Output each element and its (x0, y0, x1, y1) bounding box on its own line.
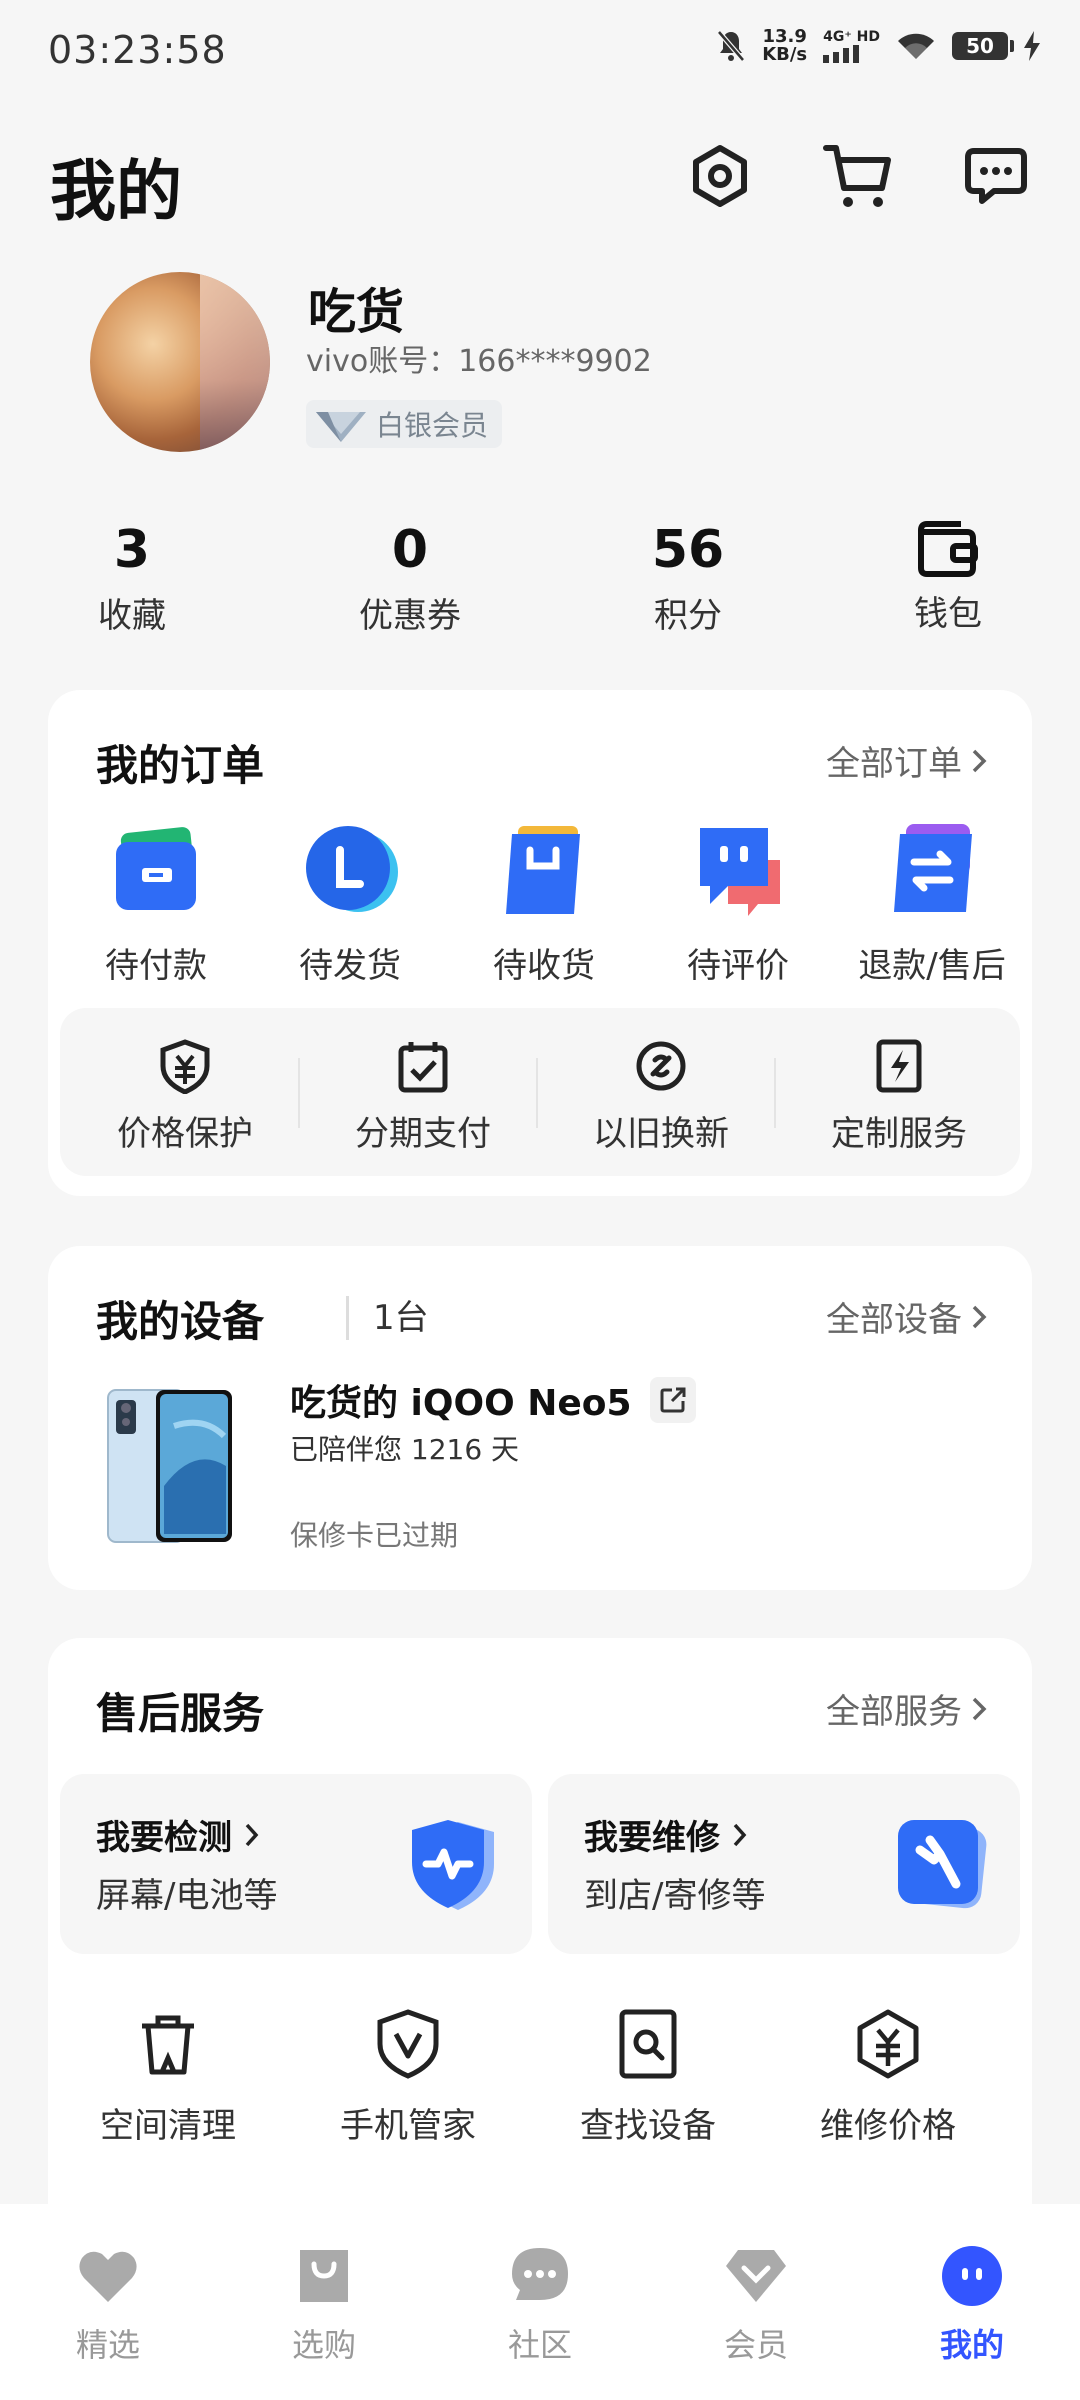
diagnose-title: 我要检测 (96, 1810, 260, 1859)
service-customization[interactable]: 定制服务 (794, 1038, 1004, 1155)
charging-icon (1024, 31, 1040, 61)
trade-in-icon (636, 1041, 686, 1091)
nav-shop[interactable]: 选购 (244, 2244, 404, 2366)
order-pending-receipt[interactable]: 待收货 (454, 820, 634, 987)
external-link-icon (660, 1387, 686, 1413)
signal-bars-icon (823, 45, 860, 63)
wallet-icon (918, 521, 978, 577)
cellular-signal: 4G⁺ HD (823, 29, 880, 63)
trash-icon (142, 2015, 194, 2075)
repair-title: 我要维修 (584, 1810, 748, 1859)
settings-button[interactable] (684, 140, 756, 212)
phone-image[interactable] (104, 1386, 234, 1546)
status-time: 03:23:58 (48, 28, 227, 72)
heart-icon (79, 2251, 137, 2302)
order-pending-review[interactable]: 待评价 (648, 820, 828, 987)
stat-coupons[interactable]: 0 优惠券 (300, 520, 520, 637)
order-pending-shipment[interactable]: 待发货 (260, 820, 440, 987)
chevron-right-icon (972, 749, 987, 772)
stat-wallet[interactable]: 钱包 (838, 520, 1058, 635)
orders-title: 我的订单 (96, 741, 265, 790)
member-level: 白银会员 (376, 409, 489, 442)
device-days: 已陪伴您 1216 天 (290, 1433, 520, 1466)
nav-member[interactable]: 会员 (676, 2244, 836, 2366)
price-hex-icon (857, 2009, 919, 2079)
settings-hex-icon (693, 145, 747, 207)
repair-box[interactable]: 我要维修 到店/寄修等 (548, 1774, 1020, 1954)
delivery-l-icon (306, 826, 398, 912)
diagnose-shield-icon (412, 1820, 494, 1910)
stats-row: 3 收藏 0 优惠券 56 积分 钱包 (0, 520, 1080, 640)
service-trade-in[interactable]: 以旧换新 (556, 1038, 766, 1155)
diamond-icon (726, 2250, 786, 2302)
lightning-doc-icon (876, 1039, 922, 1093)
devices-title: 我的设备 (96, 1297, 265, 1346)
diagnose-box[interactable]: 我要检测 屏幕/电池等 (60, 1774, 532, 1954)
chevron-right-icon (245, 1823, 259, 1846)
orders-card: 我的订单 全部订单 待付款 待发货 待收货 待评价 退款/售后 价格保护 分期支… (48, 690, 1032, 1196)
exchange-icon (894, 824, 972, 912)
messages-button[interactable] (960, 140, 1032, 212)
profile-face-icon (942, 2246, 1002, 2306)
all-services-link[interactable]: 全部服务 (826, 1684, 988, 1733)
user-name[interactable]: 吃货 (308, 272, 404, 342)
stat-points[interactable]: 56 积分 (578, 520, 798, 637)
warranty-status: 保修卡已过期 (290, 1519, 459, 1552)
after-sales-card: 售后服务 全部服务 我要检测 屏幕/电池等 我要维修 到店/寄修等 空间清理 手… (48, 1638, 1032, 2258)
all-orders-link[interactable]: 全部订单 (826, 736, 988, 785)
cart-button[interactable] (822, 140, 894, 212)
nav-community[interactable]: 社区 (460, 2244, 620, 2366)
wallet-card-icon (116, 827, 196, 910)
nav-featured[interactable]: 精选 (28, 2244, 188, 2366)
wrench-icon (898, 1820, 987, 1909)
cart-icon (823, 145, 891, 207)
shopping-bag-icon (300, 2250, 348, 2302)
divider (536, 1058, 538, 1128)
stat-favorites[interactable]: 3 收藏 (22, 520, 242, 637)
nav-mine[interactable]: 我的 (892, 2244, 1052, 2366)
find-device-icon (619, 2009, 677, 2079)
devices-card: 我的设备 1台 全部设备 吃货的 iQOO Neo5 已陪伴您 1216 天 保… (48, 1246, 1032, 1590)
tool-phone-manager[interactable]: 手机管家 (308, 2008, 508, 2147)
service-installment[interactable]: 分期支付 (318, 1038, 528, 1155)
all-devices-link[interactable]: 全部设备 (826, 1292, 988, 1341)
open-external-button[interactable] (649, 1377, 696, 1423)
order-pending-payment[interactable]: 待付款 (66, 820, 246, 987)
v-shield-icon (377, 2009, 439, 2079)
diamond-gem-icon (316, 412, 366, 442)
tool-space-cleanup[interactable]: 空间清理 (68, 2008, 268, 2147)
service-price-protection[interactable]: 价格保护 (80, 1038, 290, 1155)
tool-repair-price[interactable]: 维修价格 (788, 2008, 988, 2147)
bottom-nav: 精选 选购 社区 会员 我的 (0, 2204, 1080, 2400)
wifi-icon (898, 33, 934, 59)
device-count: 1台 (346, 1296, 429, 1340)
calendar-check-icon (398, 1042, 448, 1093)
network-speed: 13.9 KB/s (762, 26, 808, 65)
divider (298, 1058, 300, 1128)
chevron-right-icon (972, 1305, 987, 1328)
user-account: vivo账号：166****9902 (306, 344, 652, 379)
order-services: 价格保护 分期支付 以旧换新 定制服务 (60, 1008, 1020, 1176)
after-sales-title: 售后服务 (96, 1689, 265, 1738)
avatar[interactable] (90, 272, 270, 452)
status-bar: 03:23:58 13.9 KB/s 4G⁺ HD 50 (0, 0, 1080, 100)
chevron-right-icon (733, 1823, 747, 1846)
message-bubble-icon (965, 148, 1027, 204)
shopping-bag-icon (506, 826, 580, 914)
comment-icon (700, 828, 780, 916)
chevron-right-icon (972, 1697, 987, 1720)
status-icons: 13.9 KB/s 4G⁺ HD 50 (716, 28, 1040, 64)
divider (774, 1058, 776, 1128)
mute-bell-icon (717, 30, 746, 62)
price-shield-icon (160, 1039, 210, 1095)
order-refund[interactable]: 退款/售后 (842, 820, 1022, 987)
page-title: 我的 (50, 153, 182, 230)
tool-find-device[interactable]: 查找设备 (548, 2008, 748, 2147)
battery-indicator: 50 (952, 32, 1014, 60)
device-name[interactable]: 吃货的 iQOO Neo5 (290, 1374, 696, 1426)
chat-icon (512, 2248, 568, 2300)
member-badge[interactable]: 白银会员 (306, 400, 503, 448)
